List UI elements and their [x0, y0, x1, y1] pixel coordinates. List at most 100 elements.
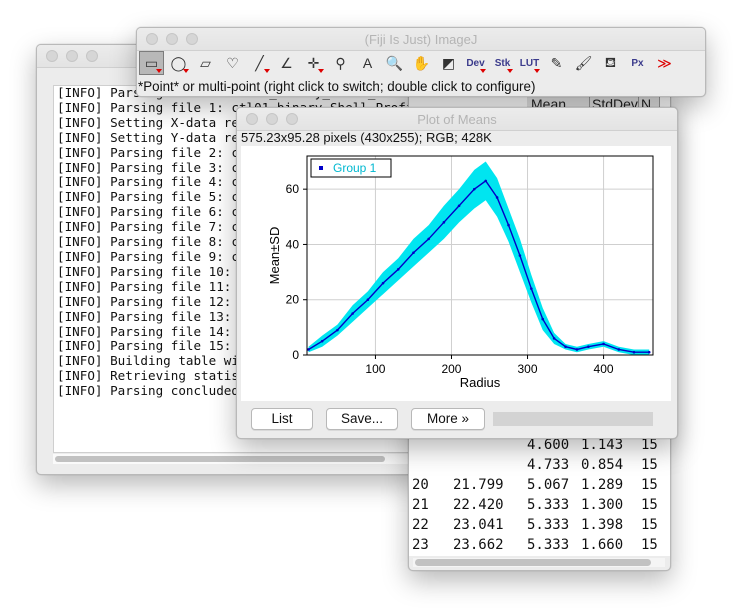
- dev-menu-icon[interactable]: Dev: [463, 51, 488, 75]
- plot-button-bar: List Save... More »: [237, 406, 677, 436]
- tool-glyph: 🖌: [574, 54, 593, 71]
- table-row[interactable]: 20 21.799 5.067 1.289 15: [409, 476, 670, 496]
- table-row[interactable]: 22 23.041 5.333 1.398 15: [409, 516, 670, 536]
- tool-glyph: ⛾: [604, 53, 617, 70]
- imagej-titlebar[interactable]: (Fiji Is Just) ImageJ: [137, 28, 705, 51]
- polygon-tool-icon[interactable]: ▱: [193, 51, 218, 75]
- data-point: [396, 268, 400, 271]
- submenu-indicator-icon: [183, 69, 189, 73]
- text-tool-icon[interactable]: A: [355, 51, 380, 75]
- tool-glyph: ∠: [280, 54, 293, 71]
- data-point: [632, 350, 636, 354]
- window-title: (Fiji Is Just) ImageJ: [364, 32, 478, 47]
- submenu-indicator-icon: [534, 69, 540, 73]
- more-tools-icon[interactable]: ≫: [652, 51, 677, 75]
- submenu-indicator-icon: [318, 69, 324, 73]
- data-point: [442, 221, 446, 224]
- imagej-toolbar-window: (Fiji Is Just) ImageJ ▭ ◯ ▱ ♡ ╱ ∠ ✛ ⚲ A 🔍 ✋ ◩ Dev Stk…: [136, 27, 706, 97]
- scrollbar-thumb[interactable]: [415, 559, 651, 566]
- rectangle-tool-icon[interactable]: ▭: [139, 51, 164, 75]
- table-row[interactable]: 4.733 0.854 15: [409, 456, 670, 476]
- data-point: [575, 348, 579, 351]
- data-point: [564, 345, 567, 349]
- x-tick-label: 200: [441, 362, 461, 376]
- tool-glyph: ╱: [255, 54, 264, 71]
- x-tick-label: 400: [594, 362, 614, 376]
- tool-glyph: 🔍: [385, 54, 404, 71]
- data-point: [351, 312, 354, 315]
- data-point: [484, 179, 488, 183]
- data-point: [541, 317, 545, 321]
- legend-marker: [319, 166, 323, 170]
- y-tick-label: 0: [292, 348, 299, 362]
- tool-glyph: ♡: [226, 54, 239, 71]
- x-tick-label: 100: [365, 362, 385, 376]
- tool-glyph: ✋: [412, 54, 431, 71]
- tool-glyph: Stk: [494, 57, 511, 69]
- data-point: [381, 281, 385, 285]
- zoom-icon[interactable]: [86, 50, 98, 62]
- status-bar: *Point* or multi-point (right click to s…: [138, 79, 536, 94]
- tool-bar: ▭ ◯ ▱ ♡ ╱ ∠ ✛ ⚲ A 🔍 ✋ ◩ Dev Stk LUT ✎ 🖌 ⛾ Px ≫: [137, 51, 677, 77]
- data-point: [307, 348, 310, 351]
- flood-fill-tool-icon[interactable]: ⛾: [598, 51, 623, 75]
- plot-titlebar[interactable]: Plot of Means: [237, 108, 677, 131]
- point-tool-icon[interactable]: ✛: [301, 51, 326, 75]
- legend-label: Group 1: [333, 161, 377, 175]
- hand-tool-icon[interactable]: ✋: [409, 51, 434, 75]
- tool-glyph: ⚲: [335, 54, 346, 71]
- tool-glyph: Px: [631, 57, 644, 69]
- scrollbar-thumb[interactable]: [55, 456, 385, 462]
- table-row[interactable]: 4.600 1.143 15: [409, 436, 670, 456]
- y-tick-label: 20: [286, 293, 300, 307]
- x-tick-label: 300: [518, 362, 538, 376]
- data-point: [647, 350, 651, 354]
- image-info: 575.23x95.28 pixels (430x255); RGB; 428K: [241, 130, 492, 145]
- close-icon[interactable]: [46, 50, 58, 62]
- pencil-tool-icon[interactable]: ✎: [544, 51, 569, 75]
- data-point: [427, 237, 430, 241]
- sd-band: [308, 161, 650, 355]
- data-point: [366, 298, 370, 302]
- freehand-tool-icon[interactable]: ♡: [220, 51, 245, 75]
- data-point: [602, 342, 605, 346]
- submenu-indicator-icon: [480, 69, 486, 73]
- magnifier-tool-icon[interactable]: 🔍: [382, 51, 407, 75]
- table-horizontal-scrollbar[interactable]: [413, 558, 665, 567]
- oval-tool-icon[interactable]: ◯: [166, 51, 191, 75]
- minimize-icon[interactable]: [66, 50, 78, 62]
- y-axis-label: Mean±SD: [267, 227, 282, 285]
- table-row[interactable]: 21 22.420 5.333 1.300 15: [409, 496, 670, 516]
- table-row[interactable]: 23 23.662 5.333 1.660 15: [409, 536, 670, 556]
- data-point: [495, 196, 499, 199]
- stk-menu-icon[interactable]: Stk: [490, 51, 515, 75]
- data-point: [617, 348, 621, 351]
- list-button[interactable]: List: [251, 408, 313, 430]
- more-button[interactable]: More »: [411, 408, 485, 430]
- color-picker-tool-icon[interactable]: ◩: [436, 51, 461, 75]
- wand-tool-icon[interactable]: ⚲: [328, 51, 353, 75]
- data-point: [530, 287, 533, 290]
- data-point: [587, 345, 590, 349]
- save-button[interactable]: Save...: [326, 408, 398, 430]
- tool-glyph: A: [362, 55, 373, 71]
- log-horizontal-scrollbar[interactable]: [53, 454, 411, 464]
- tool-glyph: LUT: [519, 57, 540, 69]
- line-tool-icon[interactable]: ╱: [247, 51, 272, 75]
- tool-glyph: ≫: [657, 54, 672, 71]
- submenu-indicator-icon: [507, 69, 513, 73]
- lut-menu-icon[interactable]: LUT: [517, 51, 542, 75]
- tool-glyph: ◩: [441, 54, 456, 71]
- brush-tool-icon[interactable]: 🖌: [571, 51, 596, 75]
- angle-tool-icon[interactable]: ∠: [274, 51, 299, 75]
- submenu-indicator-icon: [264, 69, 270, 73]
- pixel-inspector-icon[interactable]: Px: [625, 51, 650, 75]
- tool-glyph: ▱: [200, 54, 211, 71]
- window-title: Plot of Means: [417, 112, 497, 127]
- data-point: [472, 187, 476, 191]
- data-point: [507, 223, 510, 227]
- tool-glyph: ✎: [550, 54, 563, 71]
- y-tick-label: 60: [286, 182, 300, 196]
- plot-canvas[interactable]: 100 200 300 400 0 20 40 60 Radius Mean±SD Group 1: [241, 146, 671, 401]
- plot-window: Plot of Means 575.23x95.28 pixels (430x2…: [236, 107, 678, 439]
